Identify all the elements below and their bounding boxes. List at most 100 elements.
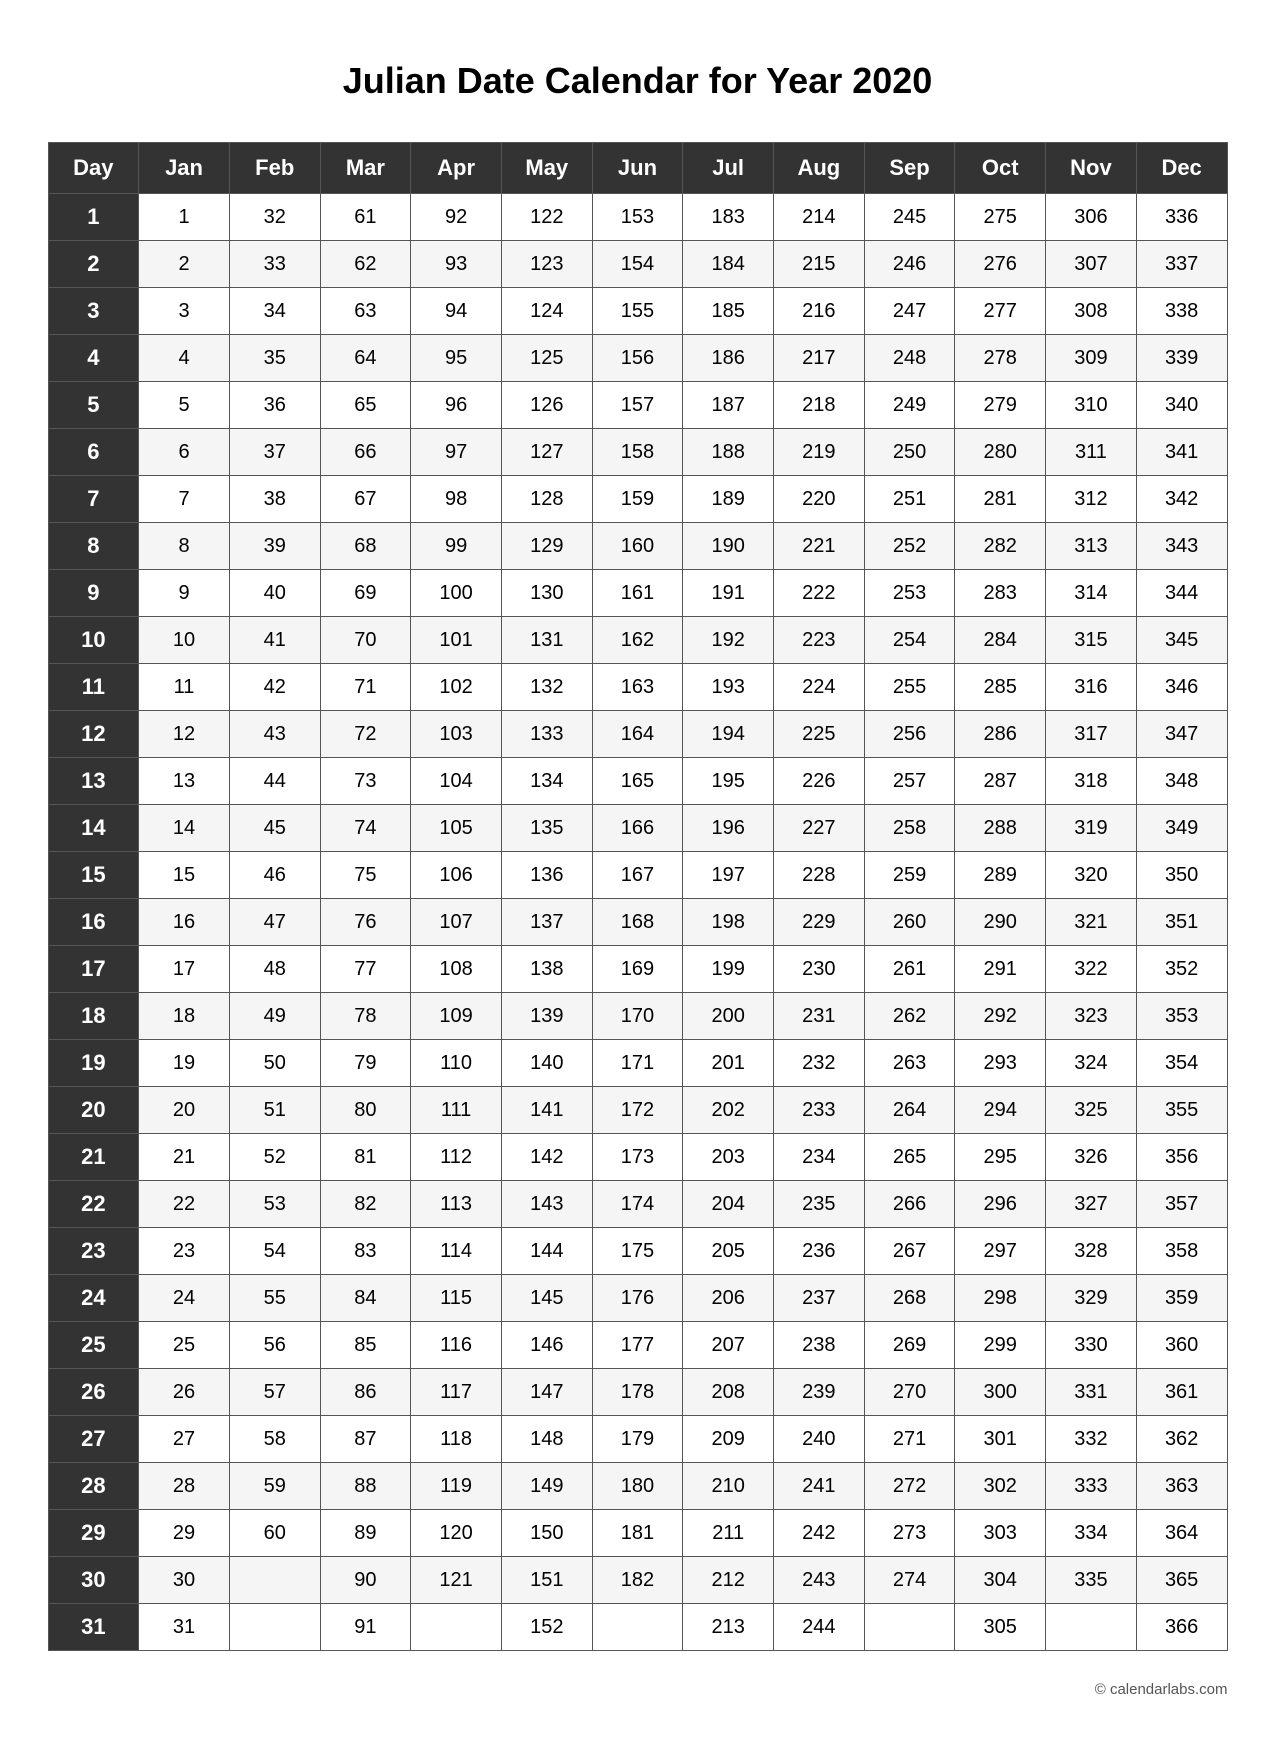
data-cell: 133 (501, 711, 592, 758)
data-cell: 280 (955, 429, 1046, 476)
data-cell: 270 (864, 1369, 955, 1416)
data-cell: 137 (501, 899, 592, 946)
day-cell: 22 (48, 1181, 139, 1228)
data-cell: 135 (501, 805, 592, 852)
data-cell: 43 (229, 711, 320, 758)
data-cell: 326 (1046, 1134, 1137, 1181)
data-cell: 198 (683, 899, 774, 946)
data-cell: 176 (592, 1275, 683, 1322)
data-cell: 77 (320, 946, 411, 993)
data-cell: 166 (592, 805, 683, 852)
data-cell: 93 (411, 241, 502, 288)
data-cell: 2 (139, 241, 230, 288)
data-cell: 96 (411, 382, 502, 429)
data-cell: 6 (139, 429, 230, 476)
data-cell: 356 (1136, 1134, 1227, 1181)
table-row: 29296089120150181211242273303334364 (48, 1510, 1227, 1557)
data-cell: 341 (1136, 429, 1227, 476)
table-row: 17174877108138169199230261291322352 (48, 946, 1227, 993)
data-cell: 53 (229, 1181, 320, 1228)
data-cell: 322 (1046, 946, 1137, 993)
table-row: 28285988119149180210241272302333363 (48, 1463, 1227, 1510)
data-cell: 121 (411, 1557, 502, 1604)
data-cell: 291 (955, 946, 1046, 993)
data-cell: 234 (774, 1134, 865, 1181)
data-cell: 42 (229, 664, 320, 711)
data-cell: 293 (955, 1040, 1046, 1087)
data-cell: 364 (1136, 1510, 1227, 1557)
data-cell: 345 (1136, 617, 1227, 664)
column-header-jun: Jun (592, 143, 683, 194)
data-cell: 343 (1136, 523, 1227, 570)
data-cell: 360 (1136, 1322, 1227, 1369)
data-cell: 19 (139, 1040, 230, 1087)
data-cell: 358 (1136, 1228, 1227, 1275)
data-cell: 220 (774, 476, 865, 523)
data-cell: 315 (1046, 617, 1137, 664)
data-cell: 352 (1136, 946, 1227, 993)
data-cell: 211 (683, 1510, 774, 1557)
data-cell: 260 (864, 899, 955, 946)
data-cell: 331 (1046, 1369, 1137, 1416)
data-cell: 253 (864, 570, 955, 617)
data-cell: 150 (501, 1510, 592, 1557)
data-cell: 278 (955, 335, 1046, 382)
data-cell: 216 (774, 288, 865, 335)
data-cell: 87 (320, 1416, 411, 1463)
data-cell: 189 (683, 476, 774, 523)
data-cell: 142 (501, 1134, 592, 1181)
data-cell: 140 (501, 1040, 592, 1087)
data-cell: 98 (411, 476, 502, 523)
data-cell: 170 (592, 993, 683, 1040)
data-cell: 183 (683, 194, 774, 241)
data-cell: 171 (592, 1040, 683, 1087)
data-cell: 338 (1136, 288, 1227, 335)
data-cell: 221 (774, 523, 865, 570)
data-cell: 250 (864, 429, 955, 476)
data-cell: 284 (955, 617, 1046, 664)
table-row: 88396899129160190221252282313343 (48, 523, 1227, 570)
data-cell: 256 (864, 711, 955, 758)
data-cell: 48 (229, 946, 320, 993)
data-cell: 213 (683, 1604, 774, 1651)
data-cell (592, 1604, 683, 1651)
data-cell: 255 (864, 664, 955, 711)
data-cell: 365 (1136, 1557, 1227, 1604)
data-cell (1046, 1604, 1137, 1651)
data-cell: 151 (501, 1557, 592, 1604)
day-cell: 10 (48, 617, 139, 664)
data-cell: 160 (592, 523, 683, 570)
data-cell: 306 (1046, 194, 1137, 241)
data-cell: 83 (320, 1228, 411, 1275)
data-cell: 122 (501, 194, 592, 241)
data-cell: 179 (592, 1416, 683, 1463)
table-row: 18184978109139170200231262292323353 (48, 993, 1227, 1040)
data-cell: 88 (320, 1463, 411, 1510)
day-cell: 16 (48, 899, 139, 946)
data-cell: 264 (864, 1087, 955, 1134)
data-cell: 64 (320, 335, 411, 382)
data-cell: 197 (683, 852, 774, 899)
data-cell: 56 (229, 1322, 320, 1369)
data-cell: 181 (592, 1510, 683, 1557)
data-cell: 75 (320, 852, 411, 899)
data-cell: 289 (955, 852, 1046, 899)
data-cell: 348 (1136, 758, 1227, 805)
table-row: 16164776107137168198229260290321351 (48, 899, 1227, 946)
data-cell: 316 (1046, 664, 1137, 711)
data-cell: 9 (139, 570, 230, 617)
data-cell: 363 (1136, 1463, 1227, 1510)
data-cell: 99 (411, 523, 502, 570)
data-cell: 24 (139, 1275, 230, 1322)
table-row: 303090121151182212243274304335365 (48, 1557, 1227, 1604)
day-cell: 28 (48, 1463, 139, 1510)
data-cell: 89 (320, 1510, 411, 1557)
data-cell: 205 (683, 1228, 774, 1275)
data-cell: 11 (139, 664, 230, 711)
day-cell: 14 (48, 805, 139, 852)
column-header-sep: Sep (864, 143, 955, 194)
data-cell: 17 (139, 946, 230, 993)
data-cell: 154 (592, 241, 683, 288)
data-cell: 90 (320, 1557, 411, 1604)
day-cell: 24 (48, 1275, 139, 1322)
